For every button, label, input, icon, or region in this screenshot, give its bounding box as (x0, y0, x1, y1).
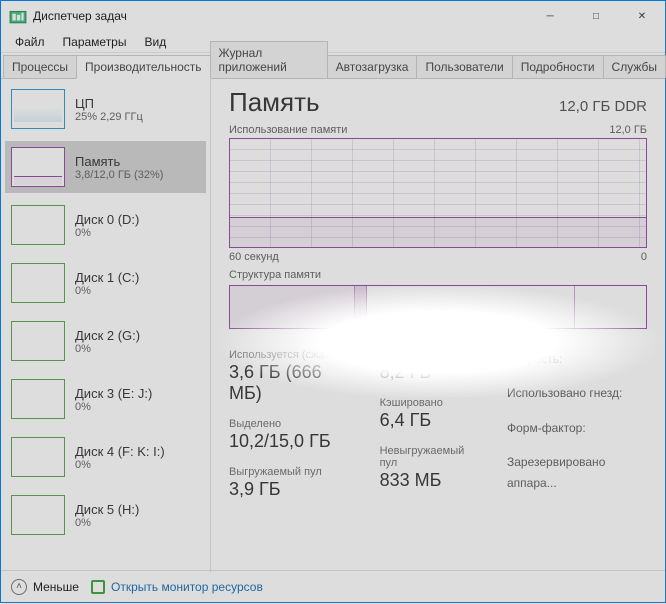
stat-available-label: Доступно (380, 349, 477, 361)
sidebar-item-sub: 0% (75, 285, 139, 297)
app-icon (9, 7, 27, 25)
sidebar-item-sub: 0% (75, 401, 152, 413)
memory-capacity: 12,0 ГБ DDR (559, 98, 647, 115)
memory-structure-label: Структура памяти (229, 269, 647, 281)
sidebar-item-disk2[interactable]: Диск 2 (G:) 0% (5, 315, 206, 367)
stat-committed: 10,2/15,0 ГБ (229, 431, 350, 452)
sidebar-item-disk0[interactable]: Диск 0 (D:) 0% (5, 199, 206, 251)
sidebar-item-sub: 25% 2,29 ГГц (75, 111, 143, 123)
stat-cached-label: Кэшировано (380, 397, 477, 409)
open-resource-monitor-label: Открыть монитор ресурсов (111, 580, 263, 594)
stat-in-use: 3,6 ГБ (666 МБ) (229, 362, 350, 404)
sidebar-item-label: Диск 5 (H:) (75, 502, 139, 517)
menu-options[interactable]: Параметры (55, 33, 135, 51)
menubar: Файл Параметры Вид (1, 31, 665, 53)
stat-speed-label: Скорость: (507, 349, 647, 369)
page-title: Память (229, 87, 320, 118)
tab-users[interactable]: Пользователи (416, 55, 512, 78)
sidebar-item-sub: 0% (75, 227, 139, 239)
open-resource-monitor-link[interactable]: Открыть монитор ресурсов (91, 580, 263, 594)
tab-performance[interactable]: Производительность (76, 55, 210, 79)
sidebar-item-disk3[interactable]: Диск 3 (E: J:) 0% (5, 373, 206, 425)
memory-graph-icon (11, 147, 65, 187)
disk-graph-icon (11, 437, 65, 477)
resource-monitor-icon (91, 580, 105, 594)
stat-paged-label: Выгружаемый пул (229, 466, 350, 478)
sidebar-item-label: Диск 4 (F: K: I:) (75, 444, 165, 459)
sidebar-item-label: Диск 0 (D:) (75, 212, 139, 227)
disk-graph-icon (11, 205, 65, 245)
window-title: Диспетчер задач (33, 9, 527, 23)
stat-reserved-label: Зарезервировано аппара... (507, 452, 647, 493)
cpu-graph-icon (11, 89, 65, 129)
titlebar: Диспетчер задач ─ □ ✕ (1, 1, 665, 31)
sidebar-item-label: ЦП (75, 96, 143, 111)
disk-graph-icon (11, 379, 65, 419)
sidebar: ЦП 25% 2,29 ГГц Память 3,8/12,0 ГБ (32%)… (1, 79, 211, 572)
axis-left: 60 секунд (229, 251, 279, 263)
axis-right: 0 (641, 251, 647, 263)
sidebar-item-label: Диск 2 (G:) (75, 328, 140, 343)
stat-nonpaged: 833 МБ (380, 470, 477, 491)
maximize-button[interactable]: □ (573, 1, 619, 31)
stat-paged: 3,9 ГБ (229, 479, 350, 500)
tab-startup[interactable]: Автозагрузка (327, 55, 418, 78)
sidebar-item-sub: 0% (75, 517, 139, 529)
sidebar-item-label: Диск 3 (E: J:) (75, 386, 152, 401)
usage-chart-label: Использование памяти (229, 124, 347, 136)
sidebar-item-memory[interactable]: Память 3,8/12,0 ГБ (32%) (5, 141, 206, 193)
menu-file[interactable]: Файл (7, 33, 53, 51)
tabs: Процессы Производительность Журнал прило… (1, 53, 665, 79)
sidebar-item-sub: 0% (75, 459, 165, 471)
statusbar: ˄ Меньше Открыть монитор ресурсов (1, 570, 665, 602)
sidebar-item-disk1[interactable]: Диск 1 (C:) 0% (5, 257, 206, 309)
sidebar-item-label: Диск 1 (C:) (75, 270, 139, 285)
stat-available: 8,2 ГБ (380, 362, 477, 383)
tab-processes[interactable]: Процессы (3, 55, 77, 78)
sidebar-item-sub: 3,8/12,0 ГБ (32%) (75, 169, 163, 181)
sidebar-item-label: Память (75, 154, 163, 169)
close-button[interactable]: ✕ (619, 1, 665, 31)
menu-view[interactable]: Вид (136, 33, 174, 51)
sidebar-item-disk4[interactable]: Диск 4 (F: K: I:) 0% (5, 431, 206, 483)
tab-app-history[interactable]: Журнал приложений (210, 41, 328, 78)
stat-nonpaged-label: Невыгружаемый пул (380, 445, 477, 469)
sidebar-item-disk5[interactable]: Диск 5 (H:) 0% (5, 489, 206, 541)
sidebar-item-sub: 0% (75, 343, 140, 355)
memory-stats: Используется (сжатая) 3,6 ГБ (666 МБ) Вы… (229, 349, 647, 500)
stat-committed-label: Выделено (229, 418, 350, 430)
tab-details[interactable]: Подробности (512, 55, 604, 78)
usage-chart-max: 12,0 ГБ (609, 124, 647, 136)
stat-slots-label: Использовано гнезд: (507, 383, 647, 403)
memory-usage-chart (229, 138, 647, 248)
stat-in-use-label: Используется (сжатая) (229, 349, 350, 361)
chevron-up-icon: ˄ (11, 579, 27, 595)
main-panel: Память 12,0 ГБ DDR Использование памяти … (211, 79, 665, 572)
sidebar-item-cpu[interactable]: ЦП 25% 2,29 ГГц (5, 83, 206, 135)
stat-cached: 6,4 ГБ (380, 410, 477, 431)
disk-graph-icon (11, 321, 65, 361)
fewer-details-button[interactable]: ˄ Меньше (11, 579, 79, 595)
disk-graph-icon (11, 263, 65, 303)
memory-structure-chart (229, 285, 647, 329)
minimize-button[interactable]: ─ (527, 1, 573, 31)
disk-graph-icon (11, 495, 65, 535)
stat-form-label: Форм-фактор: (507, 418, 647, 438)
tab-services[interactable]: Службы (603, 55, 666, 78)
fewer-details-label: Меньше (33, 580, 79, 594)
